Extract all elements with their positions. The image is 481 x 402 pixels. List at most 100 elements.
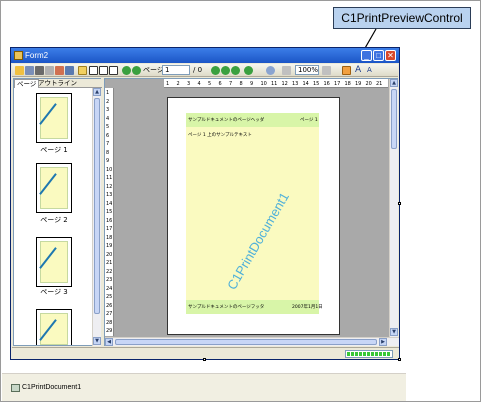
page-thumbnail[interactable] (36, 237, 72, 287)
history-forward-icon[interactable] (244, 66, 253, 75)
form-window: Form2 _ □ ✕ ページ 1 / 0 100% A A ページ アウトライ… (10, 47, 400, 360)
zoom-out-icon[interactable] (282, 66, 291, 75)
ruler-tick-label: 3 (106, 107, 110, 113)
thumbnails-toggle-icon[interactable] (78, 66, 87, 75)
ruler-tick-label: 11 (271, 81, 278, 87)
resize-handle[interactable] (398, 202, 401, 205)
ruler-tick-label: 26 (106, 302, 113, 309)
component-tray: C1PrintDocument1 (2, 373, 406, 401)
scroll-up-icon[interactable]: ▲ (93, 88, 101, 96)
ruler-tick-label: 10 (260, 81, 267, 87)
reflow-icon[interactable] (55, 66, 64, 75)
ruler-tick-label: 15 (106, 209, 113, 215)
ruler-tick-label: 12 (281, 81, 288, 87)
nav-scrollbar[interactable]: ▲ ▼ (92, 88, 101, 346)
ruler-tick-label: 4 (197, 81, 201, 87)
preview-horizontal-scrollbar[interactable]: ◀ ▶ (105, 337, 399, 346)
export-icon[interactable] (65, 66, 74, 75)
progress-block (355, 352, 358, 356)
page-setup-icon[interactable] (45, 66, 54, 75)
tab-outline[interactable]: アウトライン (36, 79, 79, 88)
scroll-up-icon[interactable]: ▲ (390, 79, 398, 87)
thumbnail-page-area (40, 313, 68, 345)
progress-block (379, 352, 382, 356)
minimize-button[interactable]: _ (361, 50, 372, 61)
page-number-input[interactable]: 1 (162, 65, 190, 75)
preview-vertical-scrollbar[interactable]: ▲ ▼ (389, 79, 398, 337)
last-page-icon[interactable] (221, 66, 230, 75)
preview-hscroll-thumb[interactable] (115, 339, 377, 345)
scroll-left-icon[interactable]: ◀ (105, 338, 113, 346)
window-titlebar[interactable]: Form2 _ □ ✕ (11, 48, 399, 63)
ruler-tick-label: 29 (106, 328, 113, 334)
progress-block (367, 352, 370, 356)
page-body-line: ページ 1 上のサンプルテキスト (188, 133, 252, 138)
page-header-right: ページ 1 (300, 118, 318, 123)
font-small-icon[interactable]: A (367, 65, 372, 76)
form-icon (14, 51, 23, 60)
ruler-tick-label: 7 (106, 141, 110, 147)
text-select-icon[interactable] (342, 66, 351, 75)
ruler-tick-label: 9 (106, 158, 110, 164)
preview-page: サンプルドキュメントのページヘッダ ページ 1 ページ 1 上のサンプルテキスト… (167, 97, 340, 335)
ruler-tick-label: 14 (106, 200, 113, 207)
font-large-icon[interactable]: A (355, 65, 361, 76)
first-page-icon[interactable] (122, 66, 131, 75)
scroll-right-icon[interactable]: ▶ (379, 338, 387, 346)
page-footer-left: サンプルドキュメントのページフッタ (188, 305, 265, 310)
page-thumbnail[interactable] (36, 163, 72, 213)
single-page-icon[interactable] (89, 66, 98, 75)
component-label[interactable]: C1PrintDocument1 (22, 383, 81, 393)
resize-handle[interactable] (398, 358, 401, 361)
ruler-tick-label: 23 (106, 277, 113, 283)
thumbnail-label: ページ 2 (40, 216, 68, 224)
page-thumbnail[interactable] (36, 93, 72, 143)
progress-block (347, 352, 350, 356)
ruler-tick-label: 19 (355, 81, 362, 87)
close-button[interactable]: ✕ (385, 50, 396, 61)
save-icon[interactable] (25, 66, 34, 75)
history-back-icon[interactable] (231, 66, 240, 75)
nav-tabs: ページ アウトライン (14, 79, 102, 88)
ruler-tick-label: 16 (323, 81, 330, 87)
progress-block (359, 352, 362, 356)
facing-pages-icon[interactable] (99, 66, 108, 75)
nav-scroll-thumb[interactable] (94, 98, 100, 314)
resize-handle[interactable] (203, 358, 206, 361)
ruler-tick-label: 5 (106, 124, 110, 130)
ruler-tick-label: 17 (334, 81, 341, 87)
ruler-tick-label: 6 (106, 132, 110, 139)
maximize-button[interactable]: □ (373, 50, 384, 61)
page-total: / 0 (193, 66, 203, 74)
navigation-pane: ページ アウトライン ページ 1 ページ 2 ページ 3 ▲ ▼ (13, 78, 102, 346)
ruler-tick-label: 8 (106, 149, 110, 156)
ruler-tick-label: 4 (106, 115, 110, 122)
callout-label: C1PrintPreviewControl (333, 7, 471, 29)
zoom-select[interactable]: 100% (295, 65, 319, 75)
preview-scroll-thumb[interactable] (391, 89, 397, 149)
ruler-tick-label: 18 (106, 234, 113, 241)
ruler-tick-label: 20 (106, 251, 113, 258)
ruler-tick-label: 1 (166, 81, 170, 87)
thumbnail-label: ページ 1 (40, 146, 68, 154)
previous-page-icon[interactable] (132, 66, 141, 75)
preview-toolbar: ページ 1 / 0 100% A A (12, 64, 398, 77)
ruler-tick-label: 3 (187, 81, 191, 87)
zoom-tool-icon[interactable] (266, 66, 275, 75)
next-page-icon[interactable] (211, 66, 220, 75)
page-thumbnail[interactable] (36, 309, 72, 345)
ruler-tick-label: 7 (229, 81, 233, 87)
scroll-down-icon[interactable]: ▼ (390, 328, 398, 336)
ruler-tick-label: 19 (106, 243, 113, 249)
ruler-tick-label: 16 (106, 217, 113, 224)
multi-page-icon[interactable] (109, 66, 118, 75)
print-icon[interactable] (35, 66, 44, 75)
horizontal-ruler: 1 2 3 4 5 6 7 8 9 10 11 12 13 14 15 16 17 18 19 20 21 (164, 79, 388, 88)
thumbnail-label: ページ 3 (40, 288, 68, 296)
open-file-icon[interactable] (15, 66, 24, 75)
ruler-tick-label: 15 (313, 81, 320, 87)
scroll-down-icon[interactable]: ▼ (93, 337, 101, 345)
zoom-in-icon[interactable] (322, 66, 331, 75)
progress-block (363, 352, 366, 356)
ruler-tick-label: 27 (106, 311, 113, 317)
